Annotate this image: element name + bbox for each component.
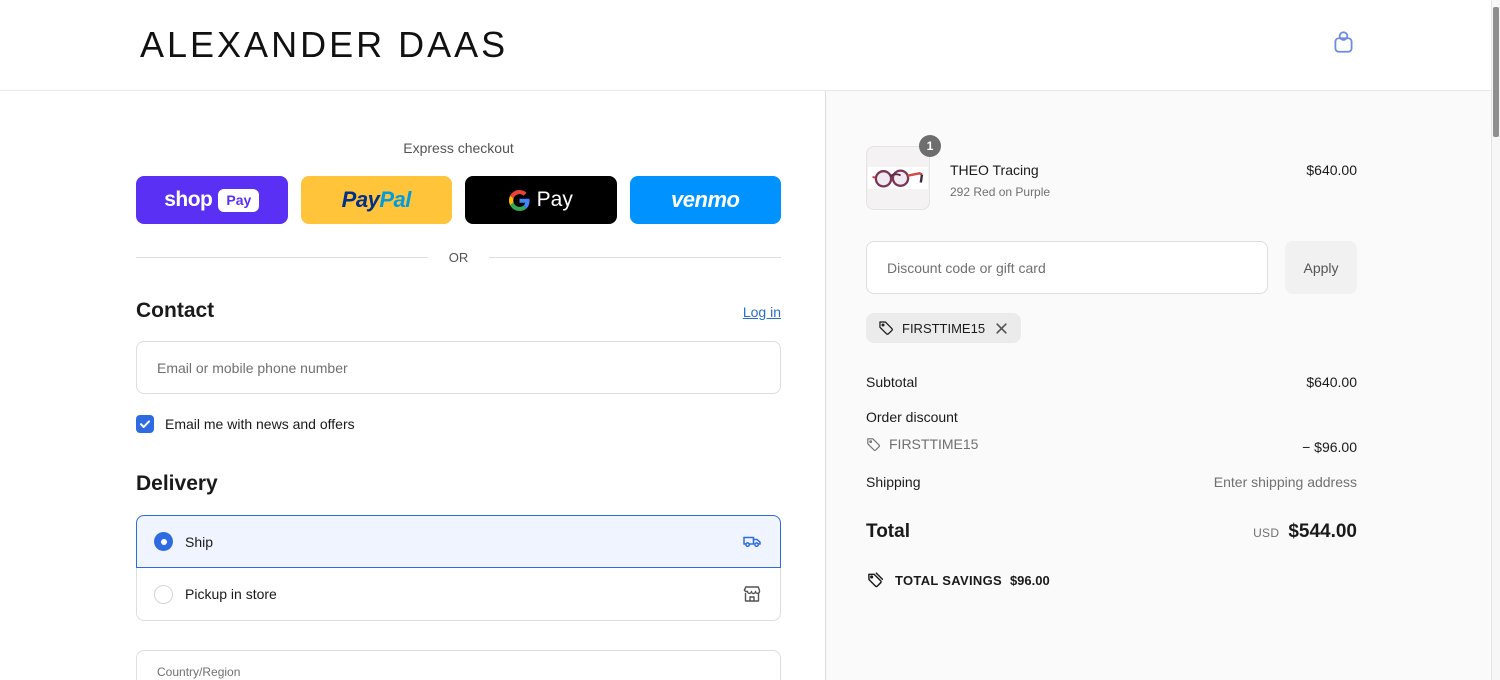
applied-discount-chip: FIRSTTIME15 (866, 313, 1022, 343)
email-input[interactable] (136, 341, 781, 394)
delivery-heading: Delivery (136, 472, 218, 495)
venmo-button[interactable]: venmo (629, 176, 781, 224)
checkout-form-pane: Express checkout shop Pay Pay Pal Pay ve… (0, 91, 825, 680)
delivery-truck-icon (741, 531, 763, 553)
page-scrollbar[interactable] (1491, 0, 1500, 680)
delivery-option-pickup[interactable]: Pickup in store (136, 568, 781, 621)
total-value: $544.00 (1288, 520, 1357, 542)
quantity-badge: 1 (919, 135, 941, 157)
express-payment-buttons: shop Pay Pay Pal Pay venmo (136, 176, 781, 224)
contact-heading: Contact (136, 299, 215, 322)
double-tag-icon (866, 571, 885, 590)
applied-discount-code: FIRSTTIME15 (902, 320, 986, 336)
total-savings-value: $96.00 (1009, 572, 1050, 588)
login-link[interactable]: Log in (743, 304, 781, 320)
scrollbar-thumb[interactable] (1493, 7, 1499, 137)
discount-code-row: FIRSTTIME15 − $96.00 (866, 436, 1357, 455)
express-checkout-label: Express checkout (403, 140, 514, 156)
shipping-row: Shipping Enter shipping address (866, 474, 1357, 490)
order-discount-label: Order discount (866, 409, 958, 425)
subtotal-value: $640.00 (1306, 374, 1357, 390)
bag-icon (1330, 29, 1357, 61)
total-label: Total (866, 520, 910, 542)
venmo-wordmark: venmo (671, 187, 740, 212)
newsletter-opt-in[interactable]: Email me with news and offers (136, 413, 781, 435)
country-select-label: Country/Region (157, 665, 241, 679)
product-thumbnail (866, 146, 930, 210)
newsletter-label: Email me with news and offers (165, 416, 355, 432)
pickup-label: Pickup in store (185, 586, 277, 602)
tag-icon (878, 320, 894, 336)
newsletter-checkbox[interactable] (136, 415, 154, 433)
ship-radio[interactable] (154, 532, 173, 551)
total-row: Total USD $544.00 (866, 521, 1357, 543)
discount-code-text: FIRSTTIME15 (889, 436, 979, 452)
apply-discount-button[interactable]: Apply (1285, 241, 1357, 294)
shop-pay-button[interactable]: shop Pay (136, 176, 288, 224)
remove-discount-icon[interactable] (993, 320, 1009, 336)
shipping-value: Enter shipping address (1213, 473, 1357, 490)
shipping-label: Shipping (866, 473, 921, 490)
discount-amount: − $96.00 (1302, 438, 1357, 455)
cart-line-item: 1 THEO Tracing 292 Red on Purple $640.00 (866, 135, 1357, 210)
country-select[interactable]: Country/Region (136, 650, 781, 680)
delivery-method-group: Ship Pickup in store (136, 515, 781, 621)
paypal-wordmark: Pay (341, 187, 380, 212)
subtotal-label: Subtotal (866, 374, 918, 390)
delivery-option-ship[interactable]: Ship (136, 515, 781, 568)
google-pay-wordmark: Pay (536, 188, 573, 211)
or-label: OR (448, 249, 469, 265)
currency-code: USD (1253, 525, 1280, 540)
site-header: ALEXANDER DAAS (0, 0, 1500, 91)
storefront-icon (741, 583, 763, 605)
product-variant: 292 Red on Purple (950, 185, 1051, 199)
subtotal-row: Subtotal $640.00 (866, 374, 1357, 390)
discount-code-input[interactable] (866, 241, 1268, 294)
ship-label: Ship (185, 533, 214, 550)
google-pay-button[interactable]: Pay (465, 176, 617, 224)
google-g-icon (508, 189, 530, 211)
tag-icon (866, 437, 881, 452)
order-discount-row: Order discount (866, 409, 1357, 425)
cart-button[interactable] (1328, 30, 1358, 60)
total-savings-row: TOTAL SAVINGS $96.00 (866, 571, 1357, 590)
product-price: $640.00 (1306, 162, 1357, 178)
total-savings-label: TOTAL SAVINGS (895, 572, 1002, 588)
or-divider: OR (136, 248, 781, 266)
brand-logo[interactable]: ALEXANDER DAAS (140, 24, 508, 66)
paypal-button[interactable]: Pay Pal (300, 176, 452, 224)
shop-pay-wordmark: shop (164, 188, 213, 211)
pickup-radio[interactable] (154, 584, 173, 604)
shop-pay-badge: Pay (218, 188, 260, 212)
product-name: THEO Tracing (950, 162, 1039, 178)
order-summary-pane: 1 THEO Tracing 292 Red on Purple $640.00… (825, 91, 1500, 680)
